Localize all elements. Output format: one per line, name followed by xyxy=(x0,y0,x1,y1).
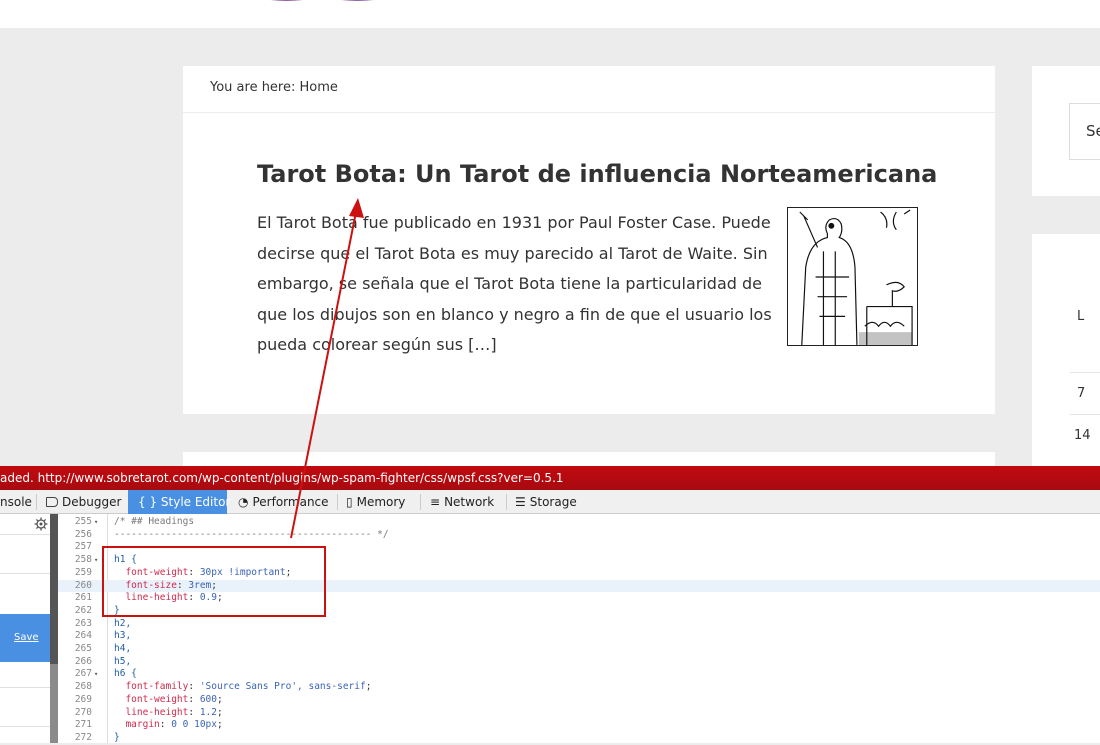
excerpt-line: decirse que el Tarot Bota es muy parecid… xyxy=(257,243,768,263)
code-text: line-height: 1.2; xyxy=(125,706,223,718)
code-text: h6 { xyxy=(114,668,137,680)
stylesheet-divider xyxy=(0,573,50,574)
site-logo[interactable] xyxy=(236,0,408,10)
code-line[interactable]: 255 ▾ /* ## Headings xyxy=(58,516,1100,529)
devtools-notification: aded. http://www.sobretarot.com/wp-conte… xyxy=(0,466,1100,490)
stylesheet-divider xyxy=(0,687,50,688)
code-line[interactable]: 268 font-family: 'Source Sans Pro', sans… xyxy=(58,681,1100,694)
line-number: 267 xyxy=(74,668,92,680)
calendar-day[interactable]: 14 xyxy=(1074,428,1091,443)
line-number: 259 xyxy=(74,566,92,578)
calendar-day-header: L xyxy=(1077,309,1085,324)
line-number: 264 xyxy=(74,630,92,642)
devtools-toolbar: nsole Debugger { } Style Editor ◔ Perform… xyxy=(0,490,1100,514)
tab-console[interactable]: nsole xyxy=(0,490,34,514)
tab-style-editor[interactable]: { } Style Editor xyxy=(128,490,231,514)
storage-icon: ☰ xyxy=(515,495,526,509)
fold-arrow-icon[interactable]: ▾ xyxy=(94,668,98,681)
excerpt-line: embargo, se señala que el Tarot Bota tie… xyxy=(257,274,763,293)
tab-performance[interactable]: ◔ Performance xyxy=(238,490,333,514)
code-line[interactable]: 264 h3, xyxy=(58,630,1100,643)
code-line[interactable]: 265 h4, xyxy=(58,643,1100,656)
tab-label: Memory xyxy=(356,495,406,509)
code-line[interactable]: 269 font-weight: 600; xyxy=(58,694,1100,707)
code-line[interactable]: 270 line-height: 1.2; xyxy=(58,707,1100,720)
calendar-day[interactable]: 7 xyxy=(1077,386,1085,401)
line-number: 255 xyxy=(74,516,92,527)
line-number: 271 xyxy=(74,719,92,731)
tab-label: Storage xyxy=(529,495,577,509)
tab-separator xyxy=(36,494,37,510)
line-number: 258 xyxy=(74,554,92,566)
line-number: 262 xyxy=(74,604,92,616)
post-title[interactable]: Tarot Bota: Un Tarot de influencia Norte… xyxy=(257,160,937,188)
tab-separator xyxy=(506,494,507,510)
gear-icon[interactable] xyxy=(34,517,48,531)
stylesheet-divider xyxy=(0,534,50,535)
calendar-divider xyxy=(1070,372,1100,373)
line-number: 256 xyxy=(74,528,92,540)
code-text: h2, xyxy=(114,617,132,629)
code-text: ----------------------------------------… xyxy=(114,528,389,540)
calendar-divider xyxy=(1070,414,1100,415)
code-text: h4, xyxy=(114,643,132,654)
code-text: font-family: 'Source Sans Pro', sans-ser… xyxy=(125,681,372,693)
breadcrumb: You are here: Home xyxy=(210,80,338,95)
line-number: 257 xyxy=(74,541,92,553)
line-number: 268 xyxy=(74,681,92,693)
excerpt-line: pueda colorear según sus […] xyxy=(257,335,497,354)
code-line[interactable]: 263 h2, xyxy=(58,618,1100,631)
excerpt-line: El Tarot Bota fue publicado en 1931 por … xyxy=(257,213,771,232)
code-text: /* ## Headings xyxy=(114,516,195,527)
line-number: 263 xyxy=(74,617,92,629)
tab-separator xyxy=(420,494,421,510)
tab-separator xyxy=(337,494,338,510)
code-text: margin: 0 0 10px; xyxy=(125,719,223,731)
line-number: 265 xyxy=(74,643,92,654)
tab-memory[interactable]: ▯ Memory xyxy=(346,490,416,514)
search-input[interactable]: Se xyxy=(1069,103,1100,160)
code-line[interactable]: 256 -------------------------------------… xyxy=(58,529,1100,542)
code-line[interactable]: 267 ▾ h6 { xyxy=(58,668,1100,681)
fold-arrow-icon[interactable]: ▾ xyxy=(94,554,98,567)
divider xyxy=(183,112,995,113)
memory-icon: ▯ xyxy=(346,495,353,509)
tab-label: Performance xyxy=(252,495,329,509)
line-number: 260 xyxy=(74,579,92,591)
performance-icon: ◔ xyxy=(238,495,249,509)
post-excerpt: El Tarot Bota fue publicado en 1931 por … xyxy=(257,208,772,361)
line-number: 266 xyxy=(74,655,92,667)
stylesheet-divider xyxy=(0,726,50,727)
tab-label: Debugger xyxy=(62,495,122,509)
tab-debugger[interactable]: Debugger xyxy=(46,490,126,514)
network-icon: ≡ xyxy=(430,495,441,509)
code-line[interactable]: 266 h5, xyxy=(58,656,1100,669)
scrollbar-thumb[interactable] xyxy=(50,514,58,664)
debugger-icon xyxy=(46,497,58,507)
tab-label: { } Style Editor xyxy=(138,495,231,509)
site-header xyxy=(0,0,1100,28)
line-number: 269 xyxy=(74,693,92,705)
annotation-box xyxy=(102,546,326,617)
save-button[interactable]: Save xyxy=(14,632,39,643)
tab-storage[interactable]: ☰ Storage xyxy=(515,490,585,514)
tarot-card-thumbnail[interactable] xyxy=(787,207,918,346)
excerpt-line: que los dibujos son en blanco y negro a … xyxy=(257,304,772,324)
line-number: 270 xyxy=(74,706,92,718)
code-text: h3, xyxy=(114,630,132,642)
code-line[interactable]: 271 margin: 0 0 10px; xyxy=(58,719,1100,732)
line-number: 261 xyxy=(74,592,92,604)
code-text: h5, xyxy=(114,655,132,667)
tab-label: nsole xyxy=(0,495,32,509)
tab-label: Network xyxy=(444,495,495,509)
fold-arrow-icon[interactable]: ▾ xyxy=(94,516,98,529)
tab-network[interactable]: ≡ Network xyxy=(430,490,502,514)
code-text: font-weight: 600; xyxy=(125,693,223,705)
